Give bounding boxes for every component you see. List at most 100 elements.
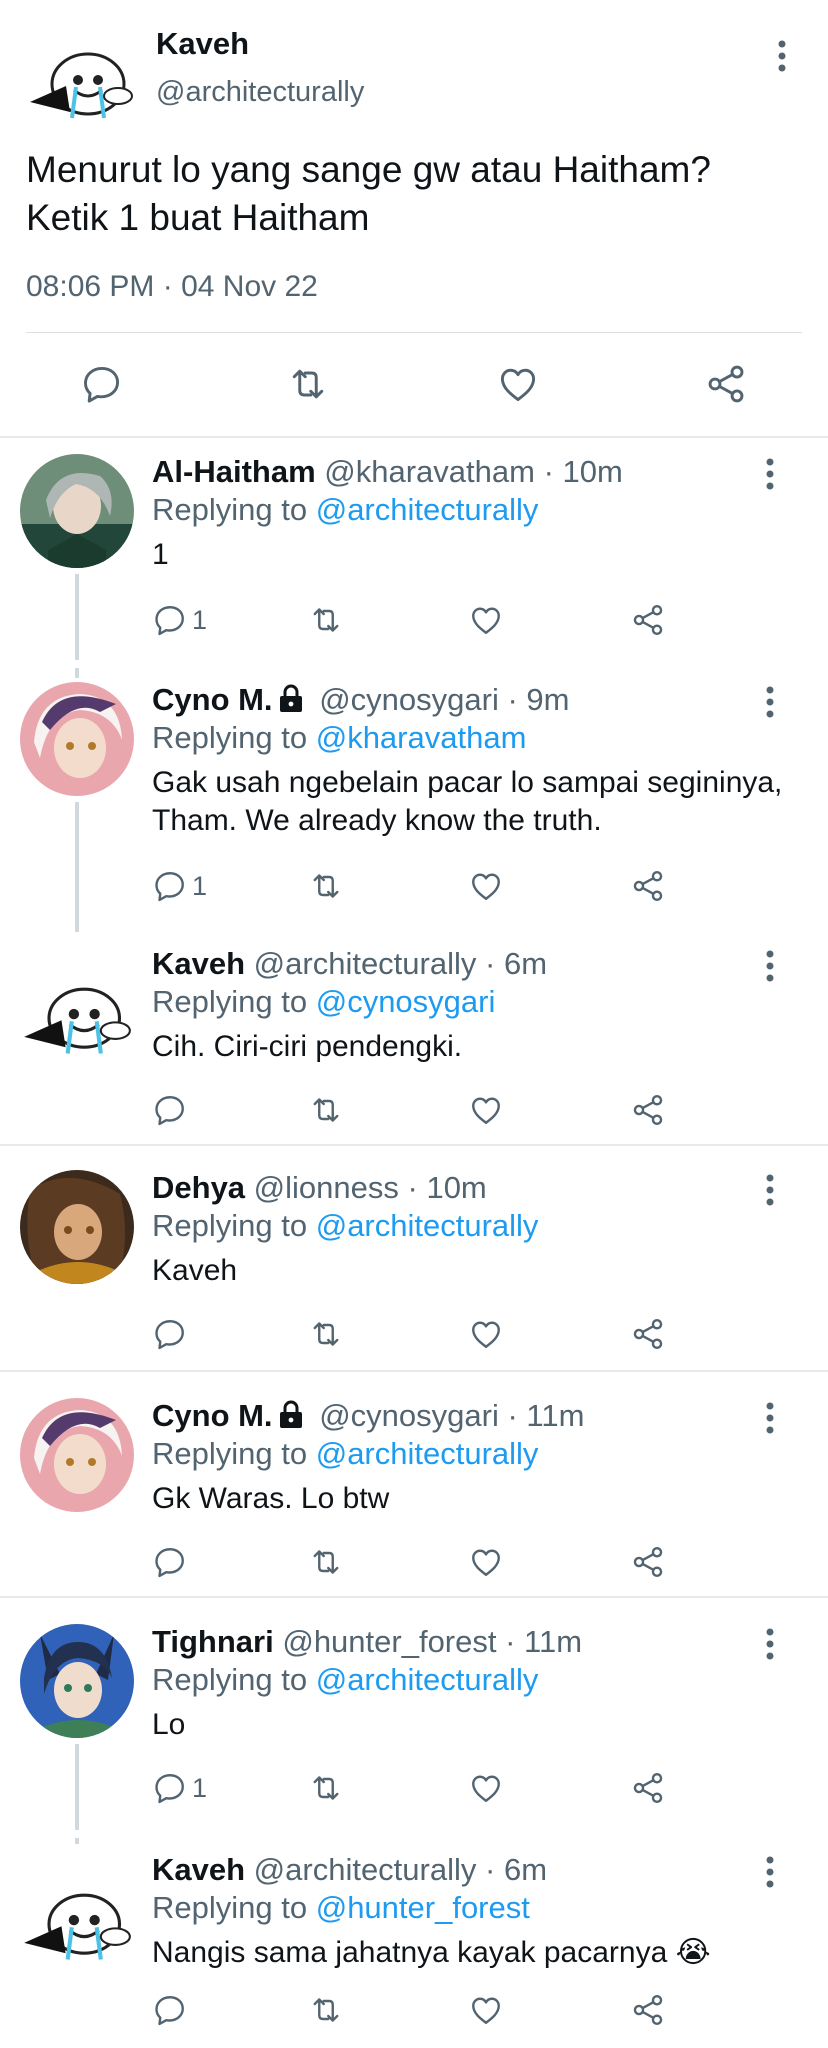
like-button[interactable] [468,1766,504,1810]
share-icon[interactable] [630,1544,666,1580]
like-icon[interactable] [468,1770,504,1806]
author-name[interactable]: Kaveh [156,26,249,62]
share-button[interactable] [630,1540,666,1584]
like-icon[interactable] [468,868,504,904]
reply-tweet[interactable]: Tighnari @hunter_forest · 11m Replying t… [0,1610,828,1830]
share-button[interactable] [630,1988,666,2032]
retweet-button[interactable] [308,598,344,642]
retweet-icon[interactable] [308,1992,344,2028]
reply-author-handle[interactable]: @cynosygari [319,682,499,717]
avatar[interactable] [20,1398,134,1512]
like-icon[interactable] [496,362,540,406]
reply-icon[interactable] [80,362,124,406]
more-icon[interactable] [756,456,784,492]
reply-icon[interactable] [152,1092,188,1128]
reply-icon[interactable] [152,1992,188,2028]
author-avatar[interactable] [26,32,136,124]
more-icon[interactable] [756,1626,784,1662]
avatar[interactable] [20,682,134,796]
share-icon[interactable] [630,1316,666,1352]
reply-button[interactable] [152,1988,192,2032]
share-icon[interactable] [630,1770,666,1806]
reply-author-handle[interactable]: @hunter_forest [282,1624,496,1659]
like-icon[interactable] [468,1092,504,1128]
like-button[interactable] [468,1988,504,2032]
replying-to-mention[interactable]: @kharavatham [316,720,527,755]
reply-button[interactable] [152,1088,192,1132]
retweet-icon[interactable] [308,1316,344,1352]
reply-tweet[interactable]: Cyno M. @cynosygari · 9m Replying to @kh… [0,668,828,932]
like-button[interactable] [468,1312,504,1356]
reply-tweet[interactable]: Cyno M. @cynosygari · 11m Replying to @a… [0,1384,828,1596]
retweet-button[interactable] [308,864,344,908]
retweet-button[interactable] [308,1988,344,2032]
reply-author-handle[interactable]: @kharavatham [324,454,535,489]
share-button[interactable] [630,598,666,642]
reply-tweet[interactable]: Dehya @lionness · 10m Replying to @archi… [0,1156,828,1368]
reply-button[interactable] [152,1312,192,1356]
replying-to-mention[interactable]: @architecturally [316,1208,539,1243]
share-icon[interactable] [630,1092,666,1128]
like-icon[interactable] [468,1992,504,2028]
more-icon[interactable] [756,684,784,720]
reply-author-handle[interactable]: @cynosygari [319,1398,499,1433]
retweet-button[interactable] [308,1766,344,1810]
retweet-icon[interactable] [308,868,344,904]
share-icon[interactable] [630,602,666,638]
reply-author-handle[interactable]: @architecturally [254,1852,477,1887]
retweet-icon[interactable] [286,362,330,406]
retweet-icon[interactable] [308,1092,344,1128]
like-button[interactable] [468,598,504,642]
reply-icon[interactable] [152,1544,188,1580]
avatar[interactable] [20,962,134,1076]
reply-button[interactable]: 1 [152,864,207,908]
reply-icon[interactable] [152,1770,188,1806]
avatar[interactable] [20,454,134,568]
share-button[interactable] [630,1088,666,1132]
author-handle[interactable]: @architecturally [156,76,364,109]
more-icon[interactable] [756,1172,784,1208]
retweet-icon[interactable] [308,602,344,638]
like-icon[interactable] [468,602,504,638]
avatar[interactable] [20,1624,134,1738]
more-icon[interactable] [756,948,784,984]
retweet-button[interactable] [308,1540,344,1584]
like-button[interactable] [468,864,504,908]
reply-author-name[interactable]: Tighnari [152,1624,274,1659]
retweet-button[interactable] [308,1088,344,1132]
share-icon[interactable] [630,1992,666,2028]
reply-tweet[interactable]: Kaveh @architecturally · 6m Replying to … [0,932,828,1144]
reply-author-handle[interactable]: @architecturally [254,946,477,981]
reply-author-handle[interactable]: @lionness [254,1170,399,1205]
share-button[interactable] [630,1312,666,1356]
replying-to-mention[interactable]: @cynosygari [316,984,496,1019]
replying-to-mention[interactable]: @architecturally [316,492,539,527]
share-button[interactable] [630,1766,666,1810]
reply-button[interactable] [152,1540,192,1584]
like-button[interactable] [468,1088,504,1132]
reply-icon[interactable] [152,602,188,638]
share-icon[interactable] [630,868,666,904]
like-icon[interactable] [468,1316,504,1352]
reply-tweet[interactable]: Al-Haitham @kharavatham · 10m Replying t… [0,440,828,660]
reply-tweet[interactable]: Kaveh @architecturally · 6m Replying to … [0,1838,828,2048]
avatar[interactable] [20,1868,134,1982]
reply-author-name[interactable]: Al-Haitham [152,454,316,489]
more-icon[interactable] [768,38,796,74]
reply-author-name[interactable]: Cyno M. [152,1398,273,1433]
reply-button[interactable]: 1 [152,1766,207,1810]
more-icon[interactable] [756,1854,784,1890]
reply-author-name[interactable]: Cyno M. [152,682,273,717]
reply-icon[interactable] [152,1316,188,1352]
share-icon[interactable] [704,362,748,406]
reply-author-name[interactable]: Kaveh [152,1852,245,1887]
reply-icon[interactable] [152,868,188,904]
like-icon[interactable] [468,1544,504,1580]
more-icon[interactable] [756,1400,784,1436]
avatar[interactable] [20,1170,134,1284]
replying-to-mention[interactable]: @architecturally [316,1662,539,1697]
reply-button[interactable]: 1 [152,598,207,642]
retweet-button[interactable] [308,1312,344,1356]
retweet-icon[interactable] [308,1770,344,1806]
reply-author-name[interactable]: Kaveh [152,946,245,981]
